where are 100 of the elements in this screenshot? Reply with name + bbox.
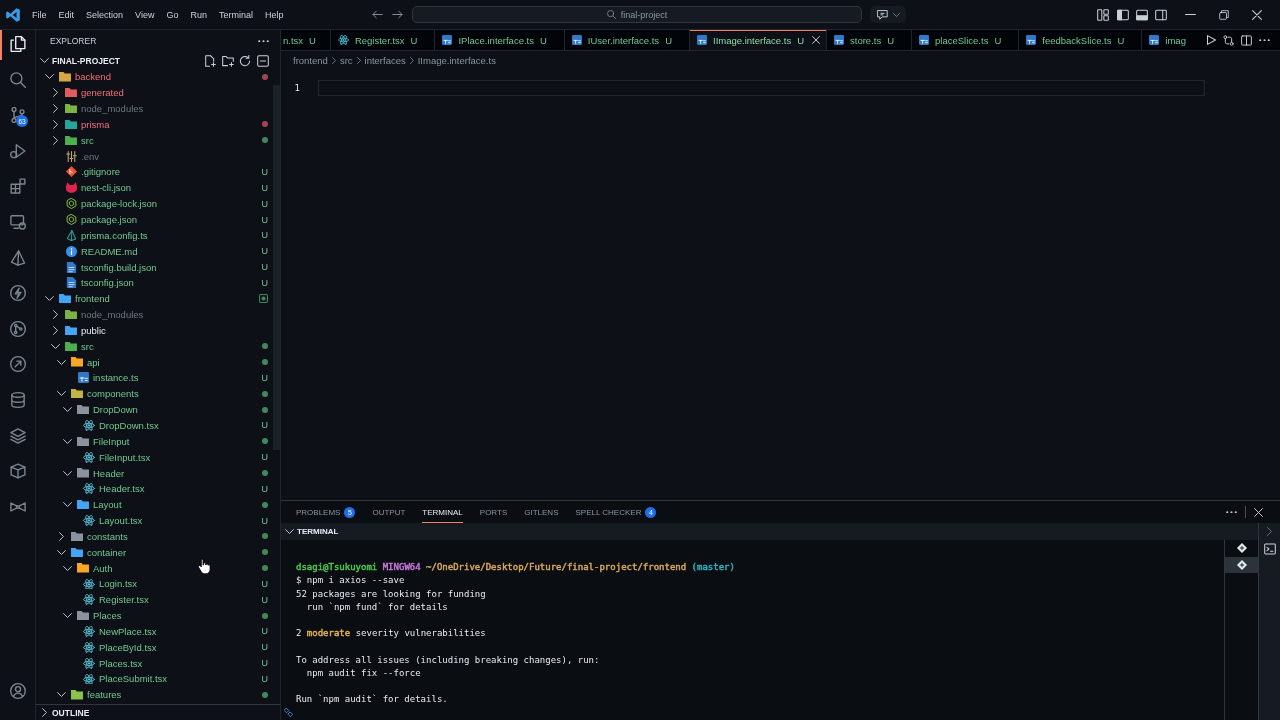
back-arrow-icon[interactable]	[371, 9, 383, 20]
editor-tab[interactable]: IPlace.interface.ts U	[435, 30, 565, 50]
folder-name[interactable]: src	[81, 340, 94, 352]
source-control-icon[interactable]	[9, 107, 26, 124]
file-name[interactable]: Header.tsx	[99, 483, 145, 495]
chevron-down-icon[interactable]	[56, 692, 66, 698]
editor-tab[interactable]: store.ts U	[827, 30, 913, 50]
arrow-circle-icon[interactable]	[9, 356, 26, 373]
panel-toggle-icon[interactable]	[1135, 8, 1148, 21]
breadcrumb[interactable]: frontend	[293, 55, 328, 66]
terminal-icon[interactable]	[1263, 543, 1276, 555]
layers-icon[interactable]	[9, 427, 26, 444]
files-icon[interactable]	[9, 36, 26, 52]
file-name[interactable]: FileInput.tsx	[99, 451, 151, 463]
folder-name[interactable]: DropDown	[93, 404, 138, 416]
chevron-down-icon[interactable]	[285, 529, 294, 534]
forward-arrow-icon[interactable]	[391, 9, 403, 20]
file-name[interactable]: instance.ts	[93, 372, 139, 384]
chevron-down-icon[interactable]	[44, 296, 54, 302]
new-file-icon[interactable]	[204, 54, 217, 67]
breadcrumb[interactable]: src	[339, 55, 353, 66]
chat-button[interactable]	[870, 6, 906, 23]
folder-name[interactable]: features	[87, 689, 122, 701]
editor-tab[interactable]: placeSlice.ts U	[912, 30, 1020, 50]
folder-name[interactable]: node_modules	[81, 103, 144, 115]
chevron-down-icon[interactable]	[56, 359, 66, 365]
folder-name[interactable]: prisma	[81, 118, 110, 130]
panel-tab[interactable]: OUTPUT	[372, 501, 406, 523]
file-name[interactable]: tsconfig.build.json	[81, 261, 157, 273]
chevron-down-icon[interactable]	[50, 343, 60, 349]
lightning-icon[interactable]	[9, 285, 26, 302]
folder-name[interactable]: src	[81, 134, 94, 146]
account-icon[interactable]	[9, 683, 26, 699]
file-name[interactable]: Layout.tsx	[99, 515, 143, 527]
editor-tab[interactable]: feedbackSlice.ts U	[1019, 30, 1143, 50]
section-title[interactable]: OUTLINE	[52, 707, 90, 718]
chevron-down-icon[interactable]	[62, 565, 72, 571]
file-name[interactable]: DropDown.tsx	[99, 420, 159, 431]
file-name[interactable]: .env	[81, 150, 99, 162]
chevron-down-icon[interactable]	[62, 438, 72, 444]
file-name[interactable]: tsconfig.json	[81, 277, 134, 289]
folder-name[interactable]: constants	[87, 530, 128, 542]
layout-icon[interactable]	[1097, 8, 1110, 21]
panel-tab[interactable]: TERMINAL	[422, 501, 463, 523]
menu-item[interactable]: Run	[184, 7, 213, 22]
file-name[interactable]: NewPlace.tsx	[99, 625, 157, 637]
search-icon[interactable]	[9, 71, 26, 88]
prism-icon[interactable]	[9, 249, 26, 266]
folder-name[interactable]: frontend	[75, 293, 110, 305]
project-title[interactable]: FINAL-PROJECT	[52, 55, 120, 66]
folder-name[interactable]: FileInput	[93, 435, 130, 447]
search-box[interactable]: final-project	[412, 6, 862, 23]
more-icon[interactable]	[1259, 38, 1270, 42]
play-icon[interactable]	[1207, 35, 1216, 45]
folder-name[interactable]: Auth	[93, 562, 113, 574]
file-name[interactable]: Login.tsx	[99, 578, 138, 590]
restore-icon[interactable]	[1218, 9, 1229, 20]
breadcrumb[interactable]: interfaces	[364, 55, 406, 66]
minimize-icon[interactable]	[1185, 13, 1196, 16]
close-icon[interactable]	[1254, 507, 1263, 517]
file-name[interactable]: prisma.config.ts	[81, 229, 148, 241]
folder-name[interactable]: generated	[81, 87, 124, 99]
file-name[interactable]: nest-cli.json	[81, 182, 132, 194]
section-title[interactable]: TERMINAL	[297, 527, 339, 536]
more-icon[interactable]	[258, 39, 269, 43]
menu-item[interactable]: View	[129, 7, 161, 22]
file-name[interactable]: package-lock.json	[81, 198, 158, 210]
chevron-down-icon[interactable]	[56, 549, 66, 555]
panel-tab[interactable]: PORTS	[479, 501, 508, 523]
breadcrumb[interactable]: IImage.interface.ts	[417, 55, 496, 66]
folder-name[interactable]: public	[81, 324, 106, 336]
chevron-down-icon[interactable]	[62, 502, 72, 508]
close-icon[interactable]	[1251, 9, 1262, 20]
refresh-icon[interactable]	[239, 54, 252, 67]
file-name[interactable]: package.json	[81, 214, 137, 225]
folder-name[interactable]: Layout	[93, 499, 122, 511]
folder-name[interactable]: api	[87, 356, 100, 368]
menu-item[interactable]: Go	[160, 7, 185, 22]
file-name[interactable]: PlaceById.tsx	[99, 641, 157, 653]
file-name[interactable]: README.md	[81, 245, 138, 257]
menu-item[interactable]: Edit	[52, 7, 81, 22]
monitor-icon[interactable]	[9, 213, 26, 230]
extensions-icon[interactable]	[9, 178, 26, 195]
editor-tab[interactable]: IImage.interface.ts U	[690, 30, 828, 50]
panel-tab[interactable]: GITLENS	[524, 501, 559, 523]
editor-tab[interactable]: n.tsx U	[281, 30, 331, 50]
chevron-down-icon[interactable]	[62, 407, 72, 413]
menu-item[interactable]: Terminal	[212, 7, 259, 22]
terminal-instance[interactable]	[1225, 556, 1258, 573]
run-debug-icon[interactable]	[9, 142, 26, 159]
sidebar-toggle-icon[interactable]	[1116, 8, 1129, 21]
close-icon[interactable]	[812, 36, 821, 44]
database-icon[interactable]	[9, 391, 26, 408]
file-name[interactable]: Register.tsx	[99, 594, 149, 606]
branch-circle-icon[interactable]	[9, 320, 26, 337]
compare-icon[interactable]	[1223, 34, 1234, 46]
file-name[interactable]: PlaceSubmit.tsx	[99, 673, 168, 685]
box-icon[interactable]	[9, 463, 26, 480]
folder-name[interactable]: components	[87, 388, 139, 400]
chevron-down-icon[interactable]	[56, 391, 66, 397]
